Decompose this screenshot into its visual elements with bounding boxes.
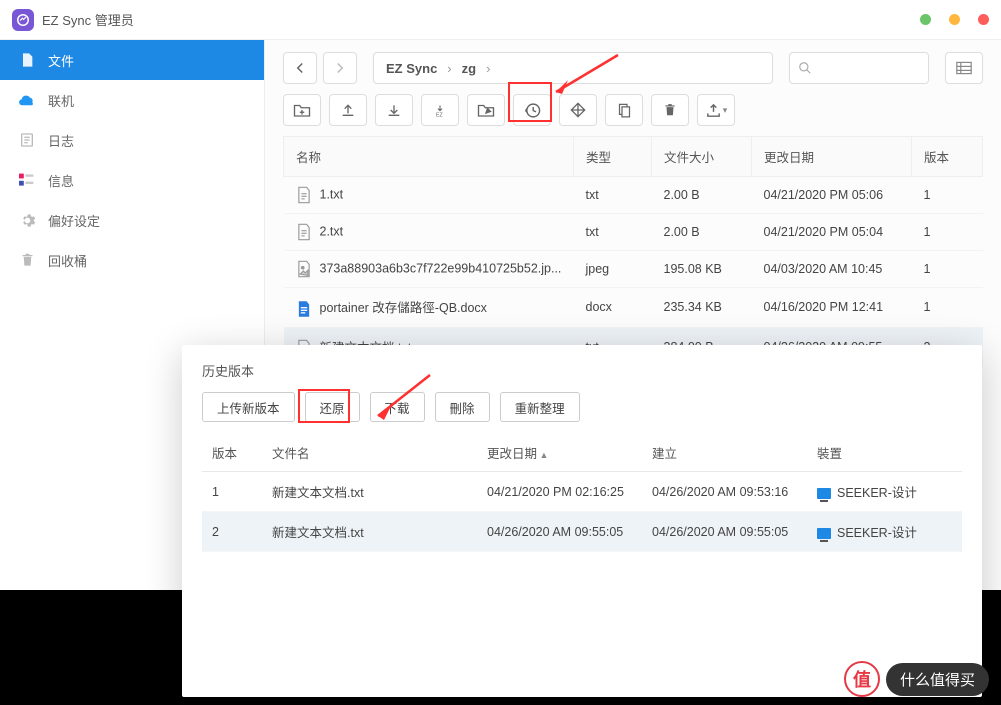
refresh-button[interactable]: 重新整理	[500, 392, 580, 422]
column-device[interactable]: 裝置	[807, 434, 962, 472]
trash-icon	[18, 251, 36, 269]
version-table: 版本 文件名 更改日期 建立 裝置 1新建文本文档.txt04/21/2020 …	[202, 434, 962, 552]
app-icon	[12, 9, 34, 31]
sidebar-item-settings[interactable]: 偏好设定	[0, 200, 264, 240]
sidebar-item-label: 联机	[48, 91, 74, 110]
breadcrumb-item[interactable]: EZ Sync	[386, 61, 437, 76]
sidebar-item-trash[interactable]: 回收桶	[0, 240, 264, 280]
chevron-right-icon: ›	[447, 61, 451, 76]
svg-text:EZ: EZ	[436, 113, 444, 118]
download-version-button[interactable]: 下载	[370, 392, 425, 422]
file-type-icon	[296, 223, 312, 241]
watermark: 值 什么值得买	[844, 661, 989, 697]
sidebar-item-label: 回收桶	[48, 251, 87, 270]
sidebar-item-logs[interactable]: 日志	[0, 120, 264, 160]
file-type-icon	[296, 300, 312, 318]
sidebar-item-label: 日志	[48, 131, 74, 150]
column-version[interactable]: 版本	[202, 434, 262, 472]
minimize-button[interactable]	[920, 14, 931, 25]
watermark-badge: 值	[844, 661, 880, 697]
info-icon	[18, 171, 36, 189]
log-icon	[18, 131, 36, 149]
column-date[interactable]: 更改日期	[752, 137, 912, 177]
history-button[interactable]	[513, 94, 551, 126]
table-row[interactable]: 2.txttxt2.00 B04/21/2020 PM 05:041	[284, 214, 983, 251]
column-type[interactable]: 类型	[574, 137, 652, 177]
search-icon	[798, 61, 812, 75]
ez-download-button[interactable]: EZ	[421, 94, 459, 126]
file-table: 名称 类型 文件大小 更改日期 版本 1.txttxt2.00 B04/21/2…	[283, 136, 983, 367]
rename-button[interactable]	[467, 94, 505, 126]
restore-button[interactable]: 还原	[305, 392, 360, 422]
gear-icon	[18, 211, 36, 229]
sidebar-item-label: 文件	[48, 51, 74, 70]
table-row[interactable]: portainer 改存儲路徑-QB.docxdocx235.34 KB04/1…	[284, 288, 983, 328]
titlebar: EZ Sync 管理员	[0, 0, 1001, 40]
table-row[interactable]: 373a88903a6b3c7f722e99b410725b52.jp...jp…	[284, 251, 983, 288]
column-size[interactable]: 文件大小	[652, 137, 752, 177]
table-header-row: 版本 文件名 更改日期 建立 裝置	[202, 434, 962, 472]
dialog-title: 历史版本	[182, 345, 982, 392]
sidebar-item-label: 信息	[48, 171, 74, 190]
delete-version-button[interactable]: 刪除	[435, 392, 490, 422]
table-header-row: 名称 类型 文件大小 更改日期 版本	[284, 137, 983, 177]
upload-version-button[interactable]: 上传新版本	[202, 392, 295, 422]
file-icon	[18, 51, 36, 69]
move-button[interactable]	[559, 94, 597, 126]
sidebar-item-info[interactable]: 信息	[0, 160, 264, 200]
sidebar-item-online[interactable]: 联机	[0, 80, 264, 120]
column-name[interactable]: 名称	[284, 137, 574, 177]
table-row[interactable]: 1新建文本文档.txt04/21/2020 PM 02:16:2504/26/2…	[202, 472, 962, 512]
search-input[interactable]	[789, 52, 929, 84]
file-type-icon	[296, 186, 312, 204]
window-controls	[920, 14, 989, 25]
view-toggle-button[interactable]	[945, 52, 983, 84]
back-button[interactable]	[283, 52, 317, 84]
toolbar: EZ ▾	[283, 94, 983, 126]
chevron-right-icon: ›	[486, 61, 490, 76]
maximize-button[interactable]	[949, 14, 960, 25]
table-row[interactable]: 1.txttxt2.00 B04/21/2020 PM 05:061	[284, 177, 983, 214]
file-type-icon	[296, 260, 312, 278]
new-folder-button[interactable]	[283, 94, 321, 126]
monitor-icon	[817, 488, 831, 499]
sidebar-item-label: 偏好设定	[48, 211, 100, 230]
sidebar-item-files[interactable]: 文件	[0, 40, 264, 80]
share-button[interactable]: ▾	[697, 94, 735, 126]
copy-button[interactable]	[605, 94, 643, 126]
column-created[interactable]: 建立	[642, 434, 807, 472]
column-version[interactable]: 版本	[912, 137, 983, 177]
column-filename[interactable]: 文件名	[262, 434, 477, 472]
breadcrumb[interactable]: EZ Sync › zg ›	[373, 52, 773, 84]
forward-button[interactable]	[323, 52, 357, 84]
dialog-toolbar: 上传新版本 还原 下载 刪除 重新整理	[182, 392, 982, 434]
upload-button[interactable]	[329, 94, 367, 126]
column-date[interactable]: 更改日期	[477, 434, 642, 472]
close-button[interactable]	[978, 14, 989, 25]
app-title: EZ Sync 管理员	[42, 10, 920, 29]
history-dialog: 历史版本 上传新版本 还原 下载 刪除 重新整理 版本 文件名 更改日期 建立 …	[182, 345, 982, 697]
download-button[interactable]	[375, 94, 413, 126]
delete-button[interactable]	[651, 94, 689, 126]
cloud-icon	[18, 91, 36, 109]
watermark-text: 什么值得买	[886, 663, 989, 696]
nav-row: EZ Sync › zg ›	[283, 52, 983, 84]
breadcrumb-item[interactable]: zg	[462, 61, 476, 76]
monitor-icon	[817, 528, 831, 539]
table-row[interactable]: 2新建文本文档.txt04/26/2020 AM 09:55:0504/26/2…	[202, 512, 962, 552]
